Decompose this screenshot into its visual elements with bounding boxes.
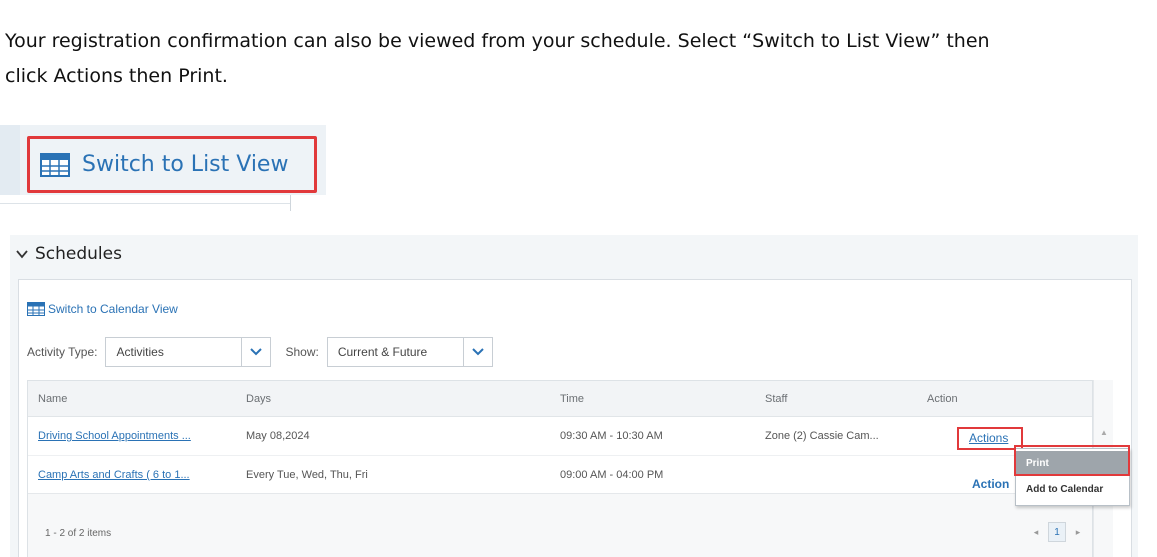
activity-days: May 08,2024 — [246, 430, 310, 442]
schedule-table: Name Days Time Staff Action Driving Scho… — [27, 380, 1093, 557]
schedules-content: Switch to Calendar View Activity Type: A… — [18, 279, 1132, 557]
column-header-days[interactable]: Days — [246, 393, 271, 405]
column-header-staff[interactable]: Staff — [765, 393, 787, 405]
instructions-line-1: Your registration confirmation can also … — [5, 30, 990, 52]
table-row: Camp Arts and Crafts ( 6 to 1... Every T… — [28, 455, 1092, 493]
activity-time: 09:30 AM - 10:30 AM — [560, 430, 663, 442]
activity-days: Every Tue, Wed, Thu, Fri — [246, 469, 368, 481]
switch-to-calendar-view-label: Switch to Calendar View — [48, 302, 178, 316]
activity-type-label: Activity Type: — [27, 345, 98, 359]
table-row: Driving School Appointments ... May 08,2… — [28, 417, 1092, 455]
instructions-text: Your registration confirmation can also … — [5, 24, 1145, 94]
activity-staff: Zone (2) Cassie Cam... — [765, 430, 879, 442]
next-page-icon[interactable]: ▸ — [1070, 522, 1086, 542]
activity-name-link[interactable]: Driving School Appointments ... — [38, 430, 191, 442]
actions-link[interactable]: Action — [972, 477, 1009, 491]
tab-left-edge — [0, 125, 20, 195]
print-highlight-box — [1014, 445, 1130, 476]
scroll-up-icon[interactable]: ▲ — [1100, 428, 1108, 437]
switch-to-list-view-label: Switch to List View — [82, 152, 289, 177]
pagination: ◂ 1 ▸ — [1028, 522, 1086, 542]
chevron-down-icon[interactable] — [462, 338, 492, 366]
divider — [0, 203, 290, 204]
previous-page-icon[interactable]: ◂ — [1028, 522, 1044, 542]
divider-tick — [290, 195, 291, 211]
switch-to-calendar-view-link[interactable]: Switch to Calendar View — [27, 302, 178, 316]
column-header-name[interactable]: Name — [38, 393, 67, 405]
schedules-title: Schedules — [35, 244, 122, 264]
table-grid-icon — [27, 302, 45, 316]
activity-name-link[interactable]: Camp Arts and Crafts ( 6 to 1... — [38, 469, 190, 481]
show-value: Current & Future — [337, 345, 428, 359]
filters-row: Activity Type: Activities Show: Current … — [27, 337, 493, 367]
table-header: Name Days Time Staff Action — [28, 381, 1092, 417]
schedules-header[interactable]: Schedules — [15, 244, 122, 264]
column-header-time[interactable]: Time — [560, 393, 584, 405]
table-footer: 1 - 2 of 2 items ◂ 1 ▸ — [28, 493, 1092, 557]
page-number-button[interactable]: 1 — [1048, 522, 1066, 542]
menu-item-add-to-calendar[interactable]: Add to Calendar — [1016, 477, 1129, 501]
list-view-crop: Switch to List View — [0, 111, 326, 211]
activity-type-select[interactable]: Activities — [105, 337, 272, 367]
show-label: Show: — [285, 345, 319, 359]
table-grid-icon — [40, 152, 70, 177]
instructions-line-2: click Actions then Print. — [5, 65, 228, 87]
chevron-down-icon — [16, 250, 28, 259]
schedules-panel: Schedules Switch to Calendar View Activi… — [10, 235, 1138, 557]
item-count: 1 - 2 of 2 items — [45, 528, 112, 539]
activity-time: 09:00 AM - 04:00 PM — [560, 469, 664, 481]
show-select[interactable]: Current & Future — [326, 337, 493, 367]
chevron-down-icon[interactable] — [241, 338, 270, 366]
activity-type-value: Activities — [116, 345, 164, 359]
column-header-action: Action — [927, 393, 958, 405]
switch-to-list-view-button[interactable]: Switch to List View — [27, 136, 317, 193]
